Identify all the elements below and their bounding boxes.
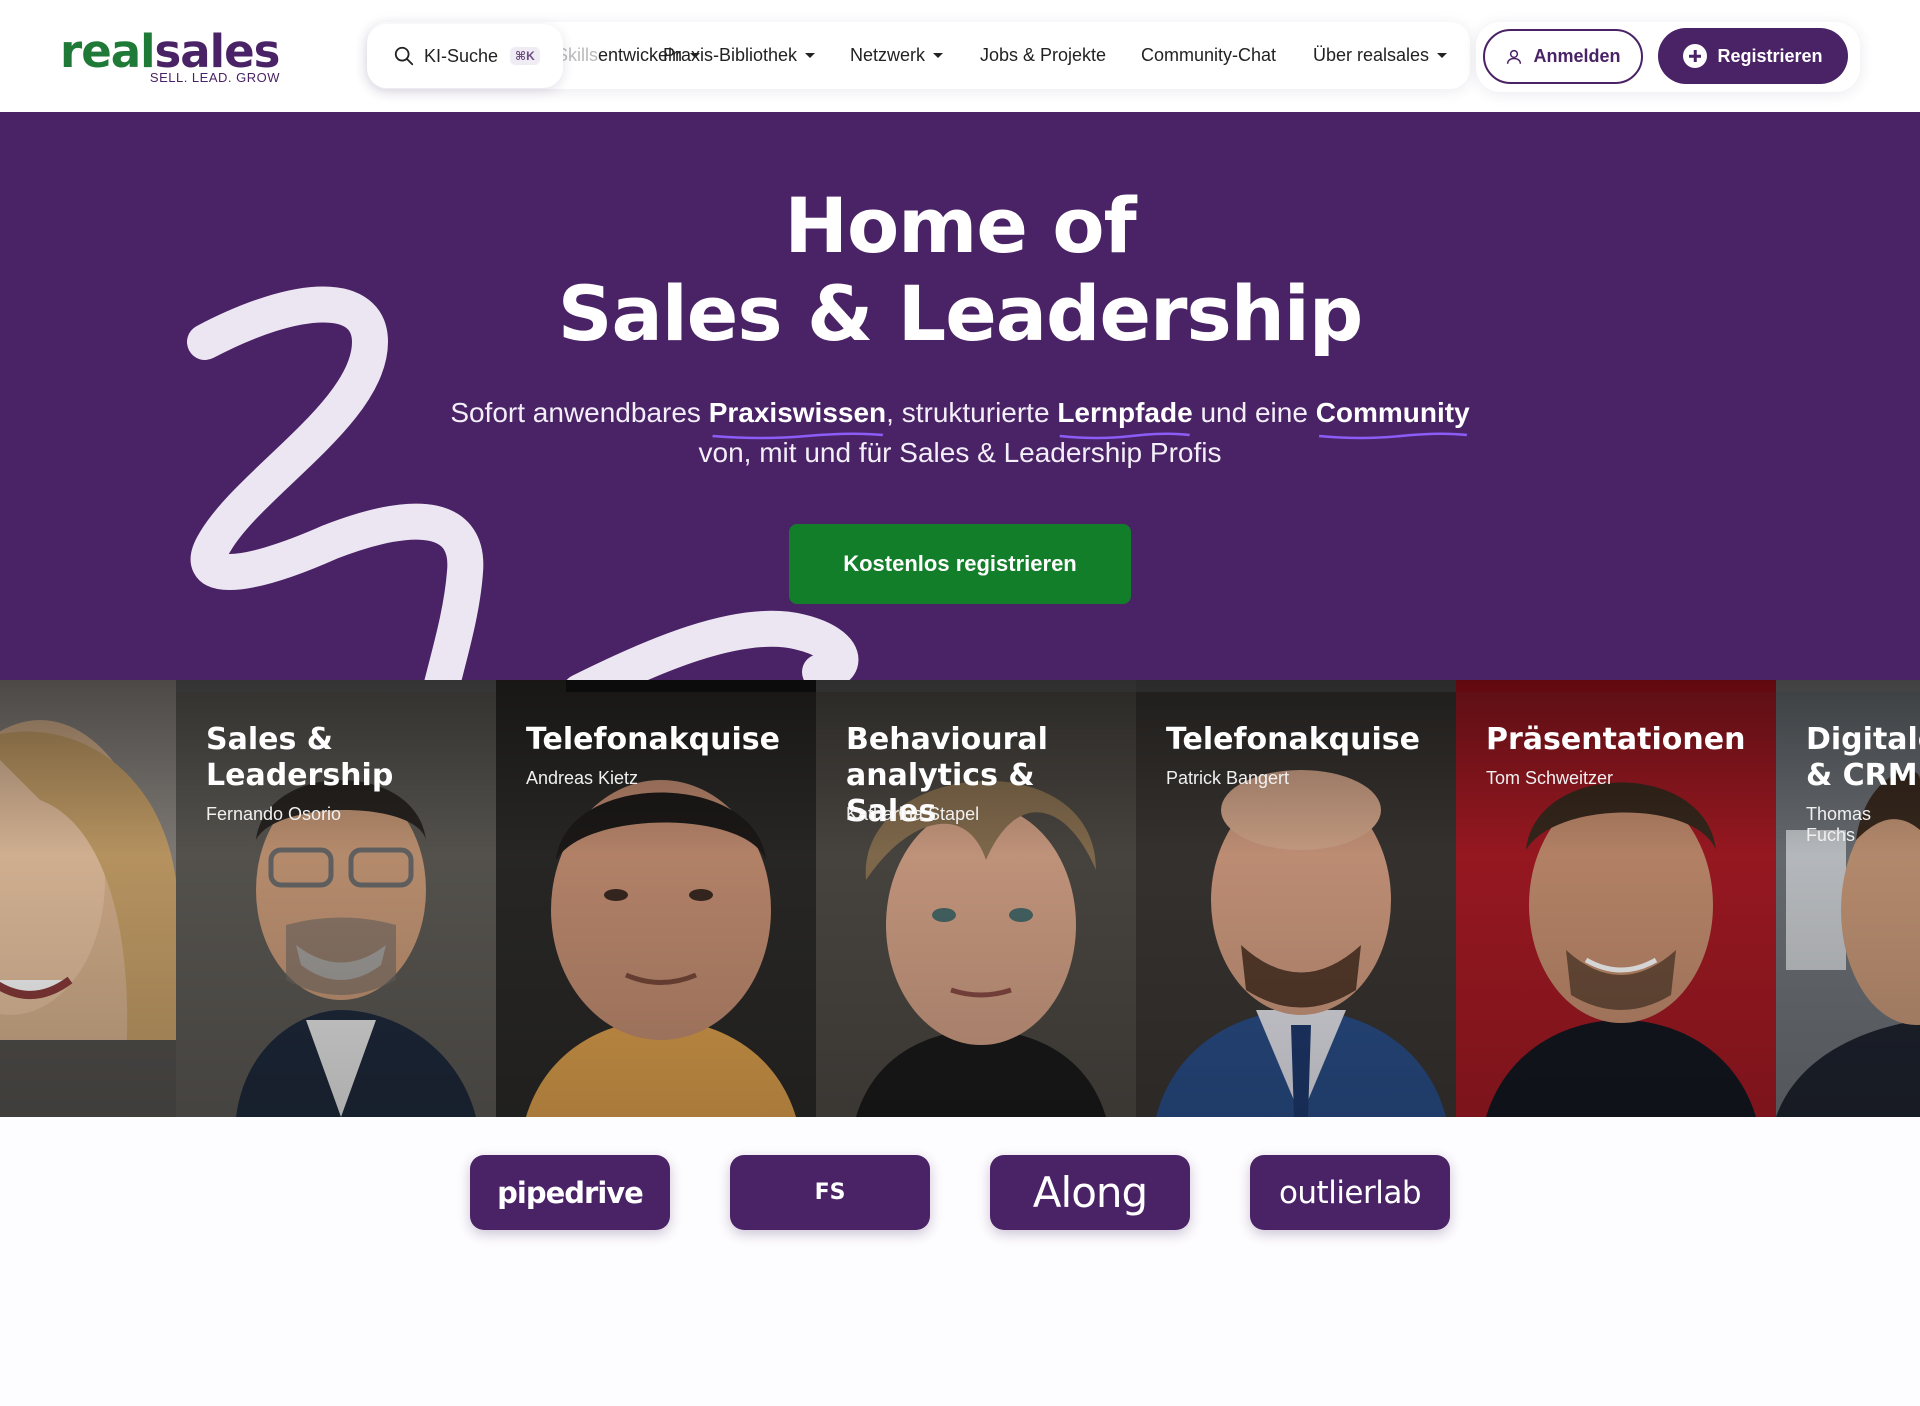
nav-item-label: Über realsales bbox=[1313, 45, 1430, 65]
card-speaker-name: Tom Schweitzer bbox=[1486, 768, 1614, 788]
user-icon bbox=[1507, 49, 1522, 64]
register-free-button[interactable]: Kostenlos registrieren bbox=[789, 524, 1131, 604]
hero-subtitle-line2: von, mit und für Sales & Leadership Prof… bbox=[698, 437, 1222, 468]
search-label: KI-Suche bbox=[424, 45, 499, 66]
login-label: Anmelden bbox=[1533, 46, 1621, 66]
nav-item-label: Community-Chat bbox=[1141, 45, 1277, 65]
realsales-logo[interactable]: realsales SELL. LEAD. GROW bbox=[60, 26, 280, 88]
nav-item-community-chat[interactable]: Community-Chat bbox=[1141, 22, 1276, 89]
partner-logo-pipedrive[interactable]: pipedrive bbox=[470, 1155, 670, 1230]
topic-card[interactable] bbox=[0, 680, 176, 1117]
ki-search-button[interactable]: KI-Suche ⌘K bbox=[367, 24, 563, 88]
hero-title-line1: Home of bbox=[784, 181, 1136, 270]
card-speaker-name: Katharina Stapel bbox=[846, 804, 980, 824]
card-speaker-name: Patrick Bangert bbox=[1166, 768, 1290, 788]
nav-item-jobs-projekte[interactable]: Jobs & Projekte bbox=[980, 22, 1106, 89]
highlight-text: Community bbox=[1315, 397, 1470, 428]
card-topic-title: Telefonakquise bbox=[1166, 722, 1420, 757]
plus-circle-icon bbox=[1683, 44, 1708, 68]
nav-item-ueber-realsales[interactable]: Über realsales bbox=[1313, 22, 1448, 89]
topic-card[interactable]: Behavioural analytics & Sales Katharina … bbox=[816, 680, 1136, 1117]
hero-subtitle-line1: Sofort anwendbares Praxiswissen, struktu… bbox=[0, 393, 1920, 440]
highlight-text: Praxiswissen bbox=[708, 397, 887, 428]
highlight-community: Community bbox=[1315, 393, 1470, 440]
search-icon bbox=[394, 46, 414, 66]
nav-item-label: Jobs & Projekte bbox=[980, 45, 1107, 65]
card-speaker-name: Andreas Kietz bbox=[526, 768, 639, 788]
subtitle-text: , strukturierte bbox=[886, 397, 1058, 428]
card-speaker-name: Thomas Fuchs bbox=[1806, 804, 1872, 845]
partner-logos: pipedrive FS Along outlierlab bbox=[0, 1117, 1920, 1406]
nav-item-netzwerk[interactable]: Netzwerk bbox=[850, 22, 944, 89]
search-shortcut-badge: ⌘K bbox=[510, 47, 540, 65]
partner-logo-outlierlab[interactable]: outlierlab bbox=[1250, 1155, 1450, 1230]
card-overlay bbox=[0, 680, 176, 1117]
subtitle-text: Sofort anwendbares bbox=[450, 397, 709, 428]
card-topic-title: Sales & Leadership bbox=[206, 722, 394, 793]
card-topic-title: Telefonakquise bbox=[526, 722, 780, 757]
site-header: realsales SELL. LEAD. GROW Skills entwick… bbox=[0, 0, 1920, 112]
card-topic-title: Präsentationen bbox=[1486, 722, 1746, 757]
topic-card[interactable]: Präsentationen Tom Schweitzer bbox=[1456, 680, 1776, 1117]
highlight-praxiswissen: Praxiswissen bbox=[708, 393, 887, 440]
register-button[interactable]: Registrieren bbox=[1658, 28, 1848, 84]
partner-logo-fs[interactable]: FS bbox=[730, 1155, 930, 1230]
caret-down-icon bbox=[1437, 53, 1448, 58]
hero-title-line2: Sales & Leadership bbox=[557, 269, 1364, 358]
topic-card[interactable]: Sales & Leadership Fernando Osorio bbox=[176, 680, 496, 1117]
topic-card[interactable]: Telefonakquise Andreas Kietz bbox=[496, 680, 816, 1117]
subtitle-text: und eine bbox=[1192, 397, 1316, 428]
register-label: Registrieren bbox=[1717, 45, 1823, 66]
card-topic-title: Digitale & CRM bbox=[1806, 722, 1920, 793]
nav-item-praxis-bibliothek[interactable]: Praxis-Bibliothek bbox=[663, 22, 816, 89]
caret-down-icon bbox=[933, 53, 944, 58]
card-speaker-name: Fernando Osorio bbox=[206, 804, 342, 824]
caret-down-icon bbox=[805, 53, 816, 58]
logo-real: real bbox=[60, 25, 156, 78]
topic-card[interactable]: Telefonakquise Patrick Bangert bbox=[1136, 680, 1456, 1117]
login-button[interactable]: Anmelden bbox=[1483, 29, 1643, 84]
logo-tagline: SELL. LEAD. GROW bbox=[149, 70, 280, 85]
highlight-lernpfade: Lernpfade bbox=[1057, 393, 1193, 440]
hero-section: Home of Sales & Leadership Sofort anwend… bbox=[0, 112, 1920, 680]
partner-logo-along[interactable]: Along bbox=[990, 1155, 1190, 1230]
nav-item-label: Netzwerk bbox=[850, 45, 926, 65]
topic-card[interactable]: Digitale & CRM Thomas Fuchs bbox=[1776, 680, 1920, 1117]
nav-item-label: Praxis-Bibliothek bbox=[663, 45, 798, 65]
topic-carousel[interactable]: Sales & Leadership Fernando Osorio Telef… bbox=[0, 680, 1920, 1117]
highlight-text: Lernpfade bbox=[1057, 397, 1193, 428]
